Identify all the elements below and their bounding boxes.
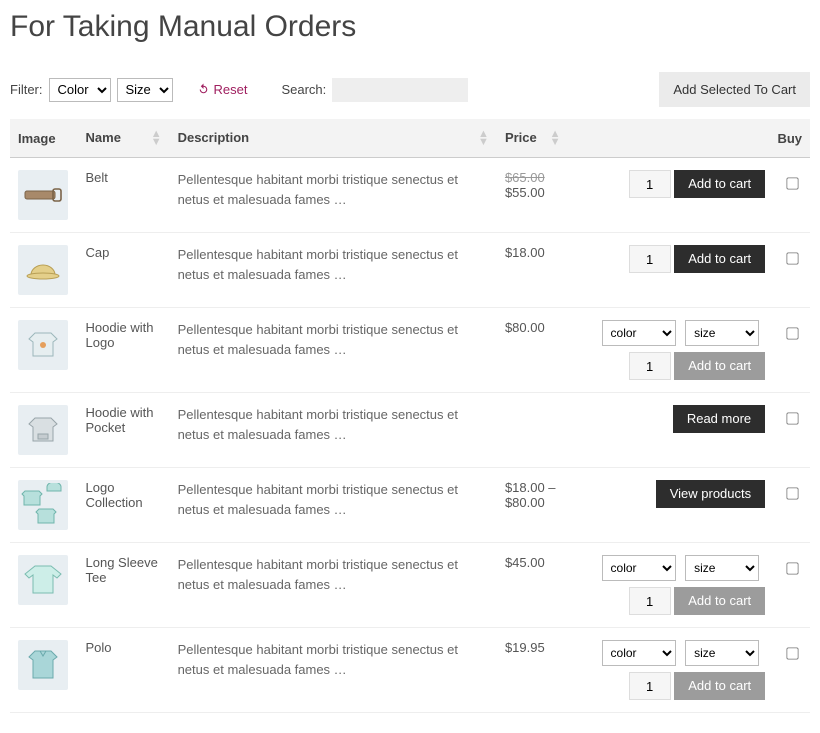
variant-color-select[interactable]: color [602,640,676,666]
col-buy: Buy [569,119,810,158]
search-label: Search: [281,82,326,97]
qty-input[interactable] [629,170,671,198]
select-row-checkbox[interactable] [786,487,798,499]
page-title: For Taking Manual Orders [10,10,810,44]
add-to-cart-button[interactable]: Add to cart [674,587,765,615]
variant-size-select[interactable]: size [685,320,759,346]
table-row: Long Sleeve Tee Pellentesque habitant mo… [10,543,810,628]
table-row: Hoodie with Pocket Pellentesque habitant… [10,393,810,468]
add-to-cart-button[interactable]: Add to cart [674,170,765,198]
search-input[interactable] [332,78,468,102]
product-price: $45.00 [497,543,569,628]
table-row: Logo Collection Pellentesque habitant mo… [10,468,810,543]
add-to-cart-button[interactable]: Add to cart [674,672,765,700]
variant-size-select[interactable]: size [685,555,759,581]
select-row-checkbox[interactable] [786,647,798,659]
select-row-checkbox[interactable] [786,562,798,574]
reset-icon [197,83,210,96]
product-description: Pellentesque habitant morbi tristique se… [170,158,497,233]
qty-input[interactable] [629,672,671,700]
product-thumb [18,170,68,220]
product-name: Long Sleeve Tee [78,543,170,628]
reset-label: Reset [214,82,248,97]
col-price[interactable]: Price▲▼ [497,119,569,158]
product-price: $19.95 [497,628,569,713]
product-price: $65.00$55.00 [497,158,569,233]
product-thumb [18,245,68,295]
filter-color-select[interactable]: Color [49,78,111,102]
product-thumb [18,405,68,455]
table-row: Hoodie with Logo Pellentesque habitant m… [10,308,810,393]
qty-input[interactable] [629,587,671,615]
qty-input[interactable] [629,352,671,380]
product-description: Pellentesque habitant morbi tristique se… [170,308,497,393]
product-description: Pellentesque habitant morbi tristique se… [170,543,497,628]
product-name: Belt [78,158,170,233]
filter-label: Filter: [10,82,43,97]
select-row-checkbox[interactable] [786,252,798,264]
product-thumb [18,640,68,690]
variant-color-select[interactable]: color [602,320,676,346]
col-image: Image [10,119,78,158]
read-more-button[interactable]: Read more [673,405,765,433]
view-products-button[interactable]: View products [656,480,765,508]
product-name: Hoodie with Pocket [78,393,170,468]
product-name: Polo [78,628,170,713]
add-selected-to-cart-button[interactable]: Add Selected To Cart [659,72,810,107]
product-price: $18.00 [497,233,569,308]
select-row-checkbox[interactable] [786,327,798,339]
filter-size-select[interactable]: Size [117,78,173,102]
col-description[interactable]: Description▲▼ [170,119,497,158]
add-to-cart-button[interactable]: Add to cart [674,245,765,273]
product-price: $80.00 [497,308,569,393]
product-description: Pellentesque habitant morbi tristique se… [170,393,497,468]
add-to-cart-button[interactable]: Add to cart [674,352,765,380]
product-name: Hoodie with Logo [78,308,170,393]
product-table: Image Name▲▼ Description▲▼ Price▲▼ Buy B… [10,119,810,713]
product-price: $18.00 – $80.00 [497,468,569,543]
select-row-checkbox[interactable] [786,412,798,424]
variant-color-select[interactable]: color [602,555,676,581]
product-description: Pellentesque habitant morbi tristique se… [170,628,497,713]
product-name: Logo Collection [78,468,170,543]
col-name[interactable]: Name▲▼ [78,119,170,158]
product-name: Cap [78,233,170,308]
filter-bar: Filter: Color Size Reset Search: Add Sel… [10,72,810,107]
product-description: Pellentesque habitant morbi tristique se… [170,233,497,308]
product-thumb [18,480,68,530]
table-row: Cap Pellentesque habitant morbi tristiqu… [10,233,810,308]
product-thumb [18,320,68,370]
qty-input[interactable] [629,245,671,273]
select-row-checkbox[interactable] [786,177,798,189]
variant-size-select[interactable]: size [685,640,759,666]
product-price [497,393,569,468]
table-row: Polo Pellentesque habitant morbi tristiq… [10,628,810,713]
table-row: Belt Pellentesque habitant morbi tristiq… [10,158,810,233]
product-thumb [18,555,68,605]
reset-link[interactable]: Reset [197,82,248,97]
product-description: Pellentesque habitant morbi tristique se… [170,468,497,543]
